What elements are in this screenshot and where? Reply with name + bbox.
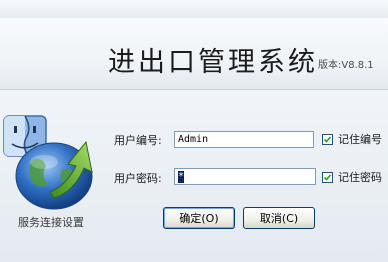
- user-id-label: 用户编号:: [114, 134, 162, 147]
- password-input[interactable]: *: [174, 168, 316, 185]
- user-id-input[interactable]: Admin: [174, 131, 314, 148]
- checkmark-icon: [323, 174, 332, 181]
- ok-button[interactable]: 确定(O): [163, 207, 235, 229]
- remember-id-checkbox[interactable]: [322, 134, 333, 145]
- window-top-strip: [0, 0, 388, 18]
- password-label: 用户密码:: [114, 172, 162, 185]
- password-mask: *: [178, 171, 185, 183]
- checkmark-icon: [323, 136, 332, 143]
- user-id-value: Admin: [178, 134, 209, 145]
- remember-password-label[interactable]: 记住密码: [338, 169, 382, 185]
- remember-id-label[interactable]: 记住编号: [338, 131, 382, 147]
- app-title: 进出口管理系统: [108, 47, 318, 78]
- version-label: 版本:V8.8.1: [318, 60, 374, 71]
- cancel-button[interactable]: 取消(C): [243, 207, 315, 229]
- remember-password-checkbox[interactable]: [322, 172, 333, 183]
- server-settings-link[interactable]: 服务连接设置: [18, 214, 84, 230]
- globe-arrow-icon[interactable]: [10, 126, 104, 212]
